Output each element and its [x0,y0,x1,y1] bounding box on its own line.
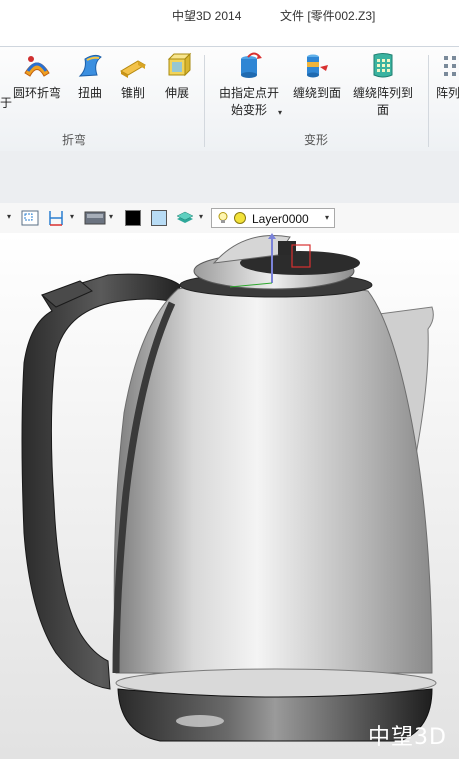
twist-icon [78,54,102,77]
partial-label: 于 [0,96,13,110]
3d-viewport[interactable] [0,233,459,759]
taper-label: 锥削 [120,86,145,100]
lightbulb-icon[interactable] [216,211,230,225]
app-title: 中望3D 2014 [172,9,242,23]
wrap-to-face-label: 缠绕到面 [292,86,341,100]
bend-group-label: 折弯 [62,133,87,147]
layer-dropdown-icon[interactable]: ▾ [325,213,329,222]
wrap-pattern-icon [373,53,393,78]
ring-bend-icon [24,56,50,77]
dropdown-icon[interactable]: ▾ [109,212,113,221]
color-swatch-black[interactable] [125,210,141,226]
wrap-pattern-button[interactable]: 缠绕阵列到 面 [350,51,416,119]
ribbon-separator [428,55,429,147]
view-toolbar: ▾ ▾ ▾ ▾ Layer0000 ▾ [0,203,459,234]
point-deform-label-line2: 始变形 [230,103,267,117]
render-mode-icon[interactable] [84,210,106,226]
point-deform-icon [241,52,262,78]
stretch-button[interactable]: 伸展 [159,51,195,102]
pattern-label: 阵列 [436,86,459,100]
stretch-label: 伸展 [164,86,189,100]
twist-label: 扭曲 [77,86,102,100]
ribbon: 于 圆环折弯 扭曲 锥削 伸展 折弯 由指定点开 始变形 ▾ 缠绕到面 缠绕阵列… [0,46,459,152]
workspace-gap [0,151,459,203]
twist-button[interactable]: 扭曲 [72,51,108,102]
point-deform-dropdown-icon[interactable]: ▾ [278,104,282,121]
wrap-pattern-label-line2: 面 [376,103,389,117]
ring-bend-button[interactable]: 圆环折弯 [12,51,62,102]
point-deform-button[interactable]: 由指定点开 始变形 ▾ [216,51,282,119]
layer-select[interactable]: Layer0000 ▾ [211,208,335,228]
ribbon-separator [204,55,205,147]
watermark-text: 中望3D [368,725,447,750]
dropdown-icon[interactable]: ▾ [70,212,74,221]
zoom-window-icon[interactable] [21,210,39,226]
pattern-button[interactable]: 阵列 [436,51,459,102]
color-swatch-light[interactable] [151,210,167,226]
layer-stack-icon[interactable] [175,210,195,226]
layer-active-icon [234,212,246,224]
deform-group-label: 变形 [304,133,329,147]
wrap-pattern-label-line1: 缠绕阵列到 [352,86,413,100]
kettle-model [21,233,437,742]
wrap-to-face-button[interactable]: 缠绕到面 [291,51,343,102]
wrap-to-face-icon [307,54,328,78]
document-title: 文件 [零件002.Z3] [280,9,376,23]
dropdown-icon[interactable]: ▾ [199,212,203,221]
taper-button[interactable]: 锥削 [115,51,151,102]
taper-icon [120,60,146,78]
dimension-icon[interactable] [47,210,65,226]
ring-bend-label: 圆环折弯 [12,86,61,100]
title-bar: 中望3D 2014 文件 [零件002.Z3] [0,0,459,46]
pattern-icon [444,56,456,76]
point-deform-label-line1: 由指定点开 [218,86,279,100]
layer-name: Layer0000 [252,212,309,226]
dropdown-icon[interactable]: ▾ [7,212,11,221]
stretch-icon [167,52,192,77]
